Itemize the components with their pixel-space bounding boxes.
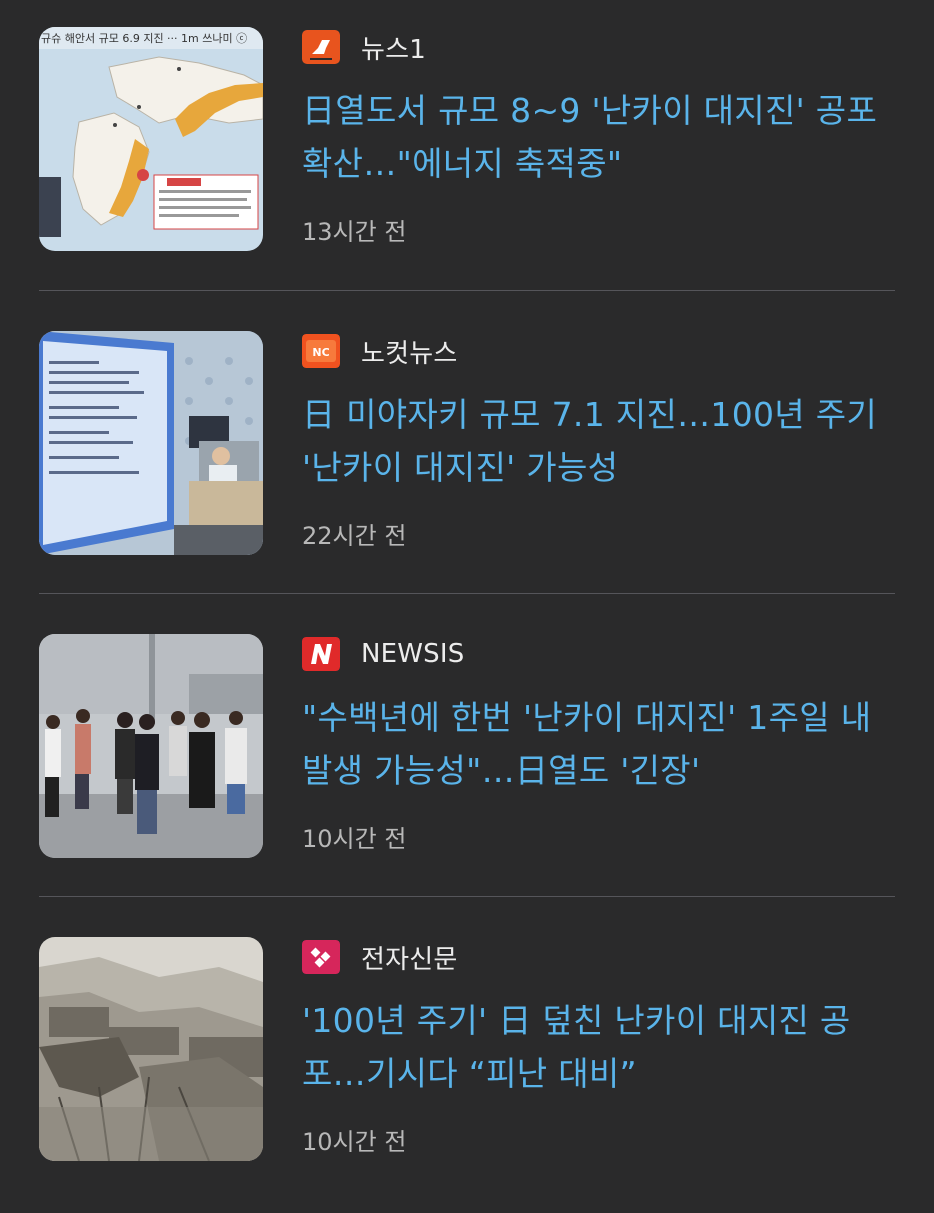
japan-earthquake-map-image: 규슈 해안서 규모 6.9 지진 ··· 1m 쓰나미 ⓒ [39,27,263,251]
source-row[interactable]: NC 노컷뉴스 [302,334,458,369]
divider [39,896,895,897]
article-time: 22시간 전 [302,522,407,550]
article-time: 10시간 전 [302,1128,407,1156]
evacuated-crowd-image [39,634,263,858]
newsis-logo-icon [302,637,340,671]
news-feed: 규슈 해안서 규모 6.9 지진 ··· 1m 쓰나미 ⓒ 뉴스1 日열도서 규… [0,0,934,1200]
article-headline[interactable]: 日 미야자키 규모 7.1 지진…100년 주기 '난카이 대지진' 가능성 [302,388,902,494]
source-name: 뉴스1 [361,34,426,65]
news1-logo-icon [302,30,340,64]
news-card[interactable]: NEWSIS "수백년에 한번 '난카이 대지진' 1주일 내 발생 가능성"…… [0,607,934,910]
source-name: 노컷뉴스 [361,338,458,369]
historic-earthquake-thumbnail[interactable] [39,937,263,1161]
press-briefing-screen-image [39,331,263,555]
news-card[interactable]: 전자신문 '100년 주기' 日 덮친 난카이 대지진 공포…기시다 “피난 대… [0,910,934,1213]
map-caption: 규슈 해안서 규모 6.9 지진 ··· 1m 쓰나미 ⓒ [41,31,247,45]
historic-earthquake-photo-image [39,937,263,1161]
source-row[interactable]: 뉴스1 [302,30,426,65]
svg-text:NC: NC [312,346,329,359]
etnews-logo-icon [302,940,340,974]
news-card[interactable]: NC 노컷뉴스 日 미야자키 규모 7.1 지진…100년 주기 '난카이 대지… [0,304,934,607]
source-name: 전자신문 [361,944,458,975]
japan-earthquake-map-thumbnail[interactable]: 규슈 해안서 규모 6.9 지진 ··· 1m 쓰나미 ⓒ [39,27,263,251]
article-time: 13시간 전 [302,218,407,246]
press-briefing-thumbnail[interactable] [39,331,263,555]
article-headline[interactable]: '100년 주기' 日 덮친 난카이 대지진 공포…기시다 “피난 대비” [302,994,902,1100]
nocut-news-logo-icon: NC [302,334,340,368]
source-name: NEWSIS [361,639,465,669]
article-headline[interactable]: 日열도서 규모 8~9 '난카이 대지진' 공포 확산…"에너지 축적중" [302,84,902,190]
news-card[interactable]: 규슈 해안서 규모 6.9 지진 ··· 1m 쓰나미 ⓒ 뉴스1 日열도서 규… [0,0,934,303]
source-row[interactable]: NEWSIS [302,637,464,671]
divider [39,290,895,291]
article-headline[interactable]: "수백년에 한번 '난카이 대지진' 1주일 내 발생 가능성"…日열도 '긴장… [302,691,902,797]
article-time: 10시간 전 [302,825,407,853]
source-row[interactable]: 전자신문 [302,940,458,975]
evacuated-crowd-thumbnail[interactable] [39,634,263,858]
divider [39,593,895,594]
